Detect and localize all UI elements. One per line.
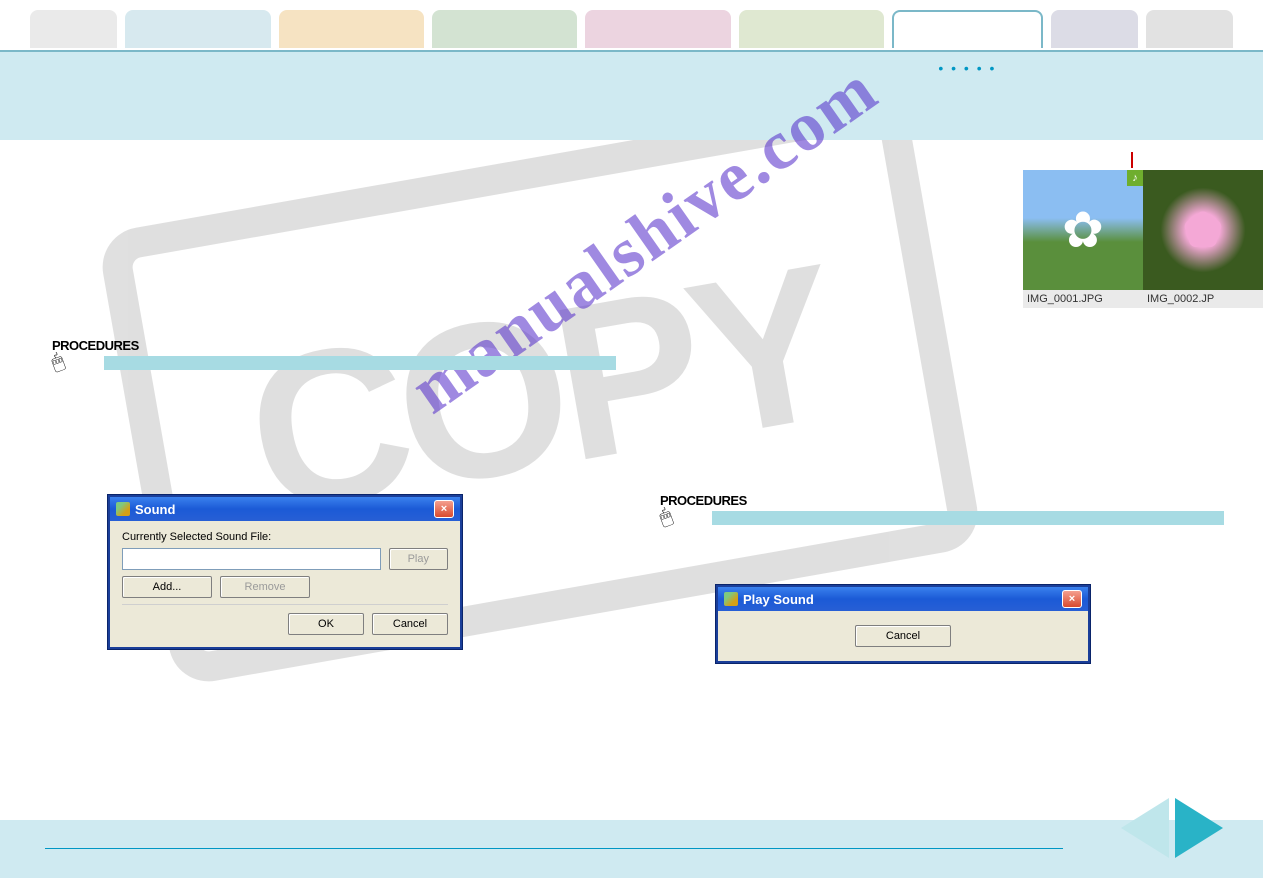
cancel-button[interactable]: Cancel: [372, 613, 448, 635]
play-sound-titlebar[interactable]: Play Sound ×: [718, 587, 1088, 611]
thumbnail-strip: ✿ ♪ IMG_0001.JPG ✿ IMG_0002.JP: [1023, 170, 1263, 308]
tab-1[interactable]: [30, 10, 117, 48]
tab-bar: [0, 0, 1263, 48]
tab-7-active[interactable]: [892, 10, 1042, 48]
page-nav: [1121, 798, 1223, 858]
sound-file-input[interactable]: [122, 548, 381, 570]
footer-line: [45, 848, 1063, 849]
procedures-text: PROCEDURES: [660, 493, 747, 508]
tab-5[interactable]: [585, 10, 730, 48]
tab-4[interactable]: [432, 10, 577, 48]
tab-3[interactable]: [279, 10, 424, 48]
thumbnail-1-name: IMG_0001.JPG: [1023, 290, 1143, 308]
close-icon[interactable]: ×: [434, 500, 454, 518]
procedures-bar: [104, 356, 616, 370]
prev-page-button[interactable]: [1121, 798, 1169, 858]
add-button[interactable]: Add...: [122, 576, 212, 598]
red-marker: [1131, 152, 1133, 168]
cancel-button[interactable]: Cancel: [855, 625, 951, 647]
mouse-icon: 🖱: [656, 505, 675, 531]
page-body: COPY manualshive.com ✿ ♪ IMG_0001.JPG ✿ …: [0, 140, 1263, 820]
app-icon: [116, 502, 130, 516]
sound-file-label: Currently Selected Sound File:: [122, 531, 448, 543]
tab-8[interactable]: [1051, 10, 1138, 48]
procedures-text: PROCEDURES: [52, 338, 139, 353]
tab-2[interactable]: [125, 10, 270, 48]
ok-button[interactable]: OK: [288, 613, 364, 635]
play-sound-title: Play Sound: [743, 592, 814, 607]
sound-badge-icon: ♪: [1127, 170, 1143, 186]
flower-icon: ✿: [1062, 201, 1104, 259]
play-button[interactable]: Play: [389, 548, 448, 570]
procedures-label-1: PROCEDURES 🖱: [52, 338, 139, 374]
tab-6[interactable]: [739, 10, 884, 48]
remove-button[interactable]: Remove: [220, 576, 310, 598]
sound-titlebar[interactable]: Sound ×: [110, 497, 460, 521]
procedures-label-2: PROCEDURES 🖱: [660, 493, 747, 529]
footer-band: [0, 820, 1263, 878]
app-icon: [724, 592, 738, 606]
sound-dialog: Sound × Currently Selected Sound File: P…: [108, 495, 462, 649]
next-page-button[interactable]: [1175, 798, 1223, 858]
sound-title: Sound: [135, 502, 175, 517]
flower-icon: ✿: [1182, 201, 1224, 259]
tab-9[interactable]: [1146, 10, 1233, 48]
mouse-icon: 🖱: [48, 350, 67, 376]
procedures-bar: [712, 511, 1224, 525]
thumbnail-1[interactable]: ✿ ♪ IMG_0001.JPG: [1023, 170, 1143, 308]
play-sound-dialog: Play Sound × Cancel: [716, 585, 1090, 663]
header-band: [0, 50, 1263, 140]
close-icon[interactable]: ×: [1062, 590, 1082, 608]
thumbnail-2-name: IMG_0002.JP: [1143, 290, 1263, 308]
thumbnail-2[interactable]: ✿ IMG_0002.JP: [1143, 170, 1263, 308]
